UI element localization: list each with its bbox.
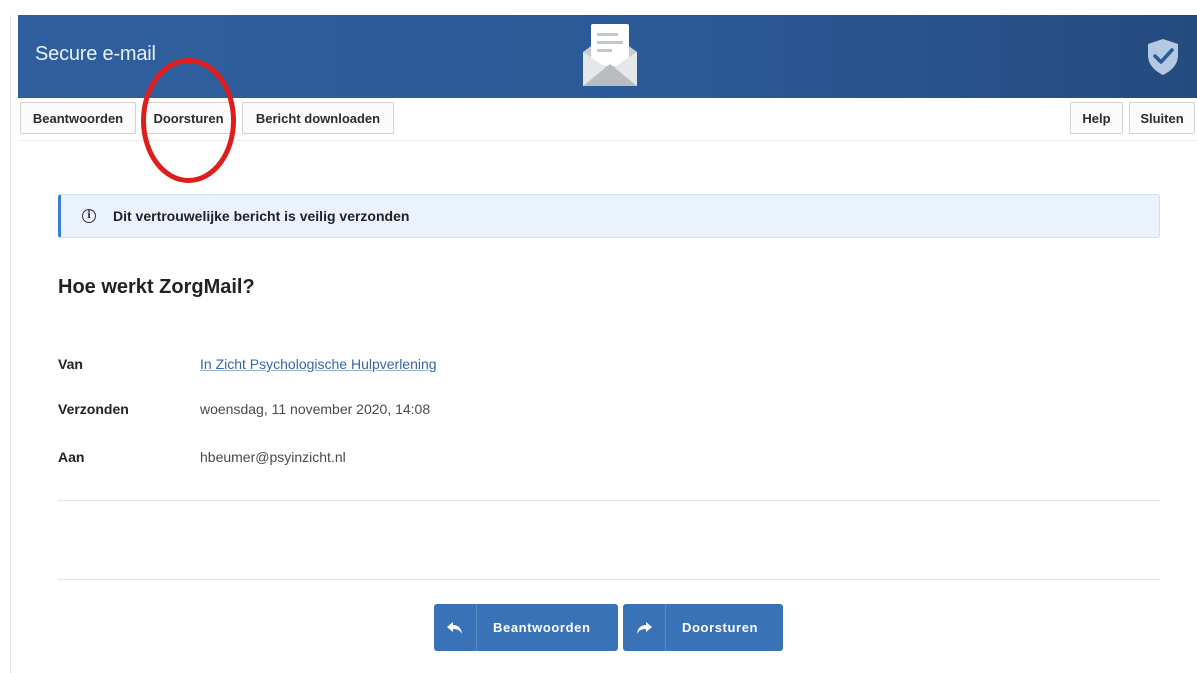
- message-subject: Hoe werkt ZorgMail?: [58, 276, 255, 298]
- app-title: Secure e-mail: [35, 43, 156, 65]
- reply-icon: [434, 621, 476, 635]
- from-label: Van: [58, 356, 83, 372]
- toolbar: Beantwoorden Doorsturen Bericht download…: [18, 98, 1197, 141]
- reply-action-label: Beantwoorden: [493, 620, 591, 635]
- to-label: Aan: [58, 449, 85, 465]
- reply-button[interactable]: Beantwoorden: [20, 102, 136, 134]
- banner-text: Dit vertrouwelijke bericht is veilig ver…: [113, 208, 410, 224]
- forward-action-button[interactable]: Doorsturen: [623, 604, 783, 651]
- download-message-button[interactable]: Bericht downloaden: [242, 102, 394, 134]
- sent-value: woensdag, 11 november 2020, 14:08: [200, 401, 431, 417]
- secure-info-banner: i Dit vertrouwelijke bericht is veilig v…: [58, 194, 1160, 238]
- divider: [58, 579, 1160, 580]
- forward-icon: [623, 621, 665, 635]
- open-envelope-icon: [583, 24, 637, 86]
- shield-check-icon: [1148, 39, 1178, 75]
- sender-link[interactable]: In Zicht Psychologische Hulpverlening: [200, 356, 437, 372]
- divider: [58, 500, 1160, 501]
- page-left-border: [10, 15, 11, 673]
- close-button[interactable]: Sluiten: [1129, 102, 1195, 134]
- forward-action-label: Doorsturen: [682, 620, 759, 635]
- forward-button[interactable]: Doorsturen: [143, 102, 234, 134]
- app-header: Secure e-mail: [18, 15, 1197, 98]
- info-icon: i: [82, 209, 96, 223]
- to-value: hbeumer@psyinzicht.nl: [200, 449, 346, 465]
- reply-action-button[interactable]: Beantwoorden: [434, 604, 618, 651]
- sent-label: Verzonden: [58, 401, 129, 417]
- help-button[interactable]: Help: [1070, 102, 1123, 134]
- from-value: In Zicht Psychologische Hulpverlening: [200, 356, 437, 372]
